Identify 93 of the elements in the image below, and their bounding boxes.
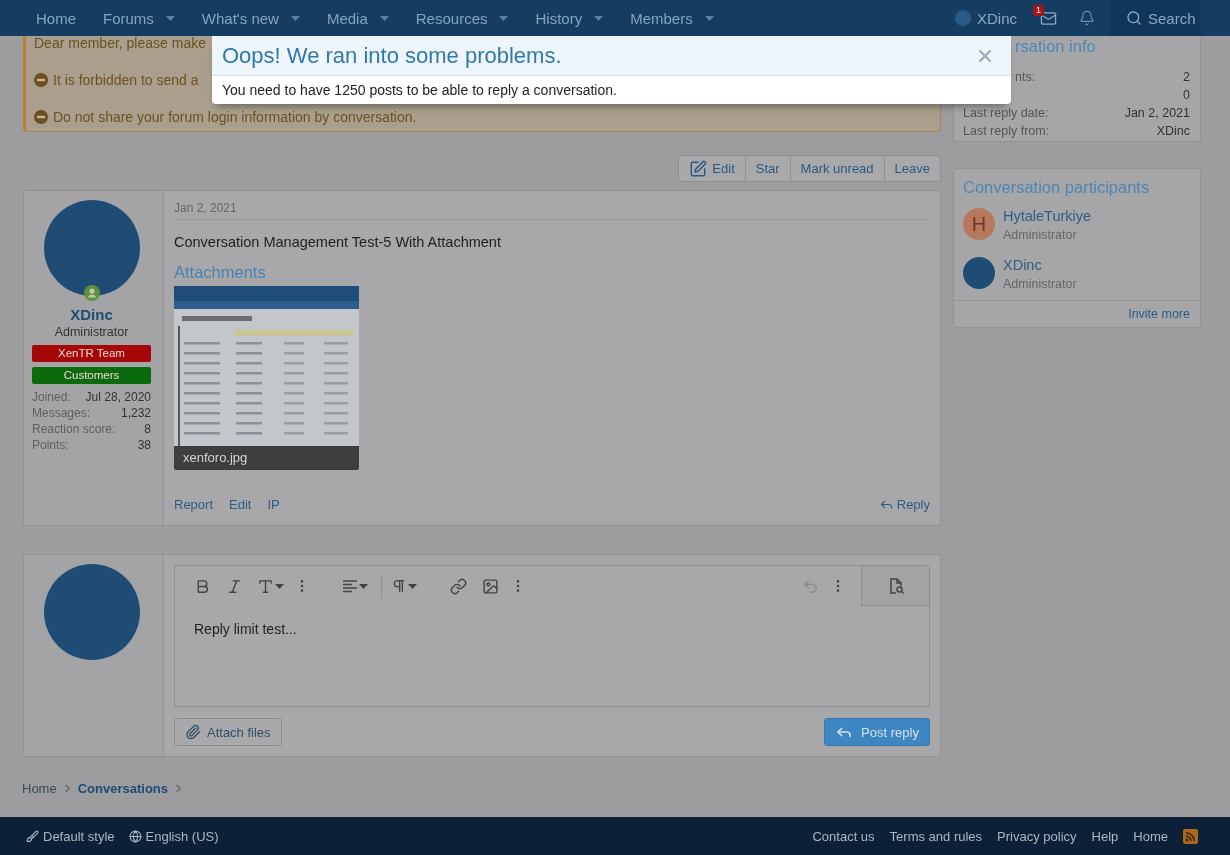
footer-link[interactable]: Home [1133,828,1168,844]
caret-icon [408,583,417,589]
notice-text: Do not share your forum login information by conversation. [53,109,417,125]
post-date: Jan 2, 2021 [174,201,930,220]
post-reply-button[interactable]: Post reply [824,718,930,746]
footer-option-label: Default style [43,828,115,844]
letter-avatar[interactable]: H [963,208,995,240]
post-action-link[interactable]: IP [267,496,280,512]
info-label: nts: [1015,69,1036,86]
dialog-title: Oops! We ran into some problems. [222,42,562,69]
reply-label: Reply [896,496,930,512]
conversation-action-button[interactable]: Mark unread [789,156,884,181]
pilcrow-icon [391,578,407,594]
nav-tab[interactable]: Members [615,0,726,36]
link-icon [449,577,467,595]
nav-tab[interactable]: History [520,0,616,36]
breadcrumb-link[interactable]: Conversations [77,780,168,796]
participant-name[interactable]: XDinc [1003,257,1042,274]
participant-name[interactable]: HytaleTurkiye [1003,208,1092,225]
stat-label: Messages: [32,405,91,421]
editor-text: Reply limit test... [193,620,298,639]
paperclip-icon [185,724,201,740]
nav-tab[interactable]: Home [21,0,88,36]
conversation-action-button[interactable]: Edit [679,156,745,181]
conversation-action-button[interactable]: Leave [883,156,940,181]
notice-text: It is forbidden to send a [53,72,199,88]
rss-icon[interactable] [1183,828,1198,844]
attachments-heading: Attachments [174,262,267,282]
info-label: Last reply date: [963,105,1049,122]
stat-value: 38 [137,437,151,453]
stat-value: 1,232 [120,405,151,421]
bell-icon [1079,10,1095,26]
preview-button[interactable] [861,566,929,606]
footer-option-label: English (US) [145,828,219,844]
info-value: 2 [1183,69,1190,86]
participant-role: Administrator [1003,277,1077,292]
post-action-link[interactable]: Report [174,496,214,512]
footer-link[interactable]: Contact us [812,828,875,844]
breadcrumb-link[interactable]: Home [22,780,57,796]
dialog-message: You need to have 1250 posts to be able to reply a conversation. [221,81,618,100]
footer-link[interactable]: Terms and rules [889,828,983,844]
info-label: Last reply from: [963,123,1050,140]
info-value: 0 [1183,87,1190,104]
panel-title: Conversation participants [963,177,1150,197]
message-text: Conversation Management Test-5 With Attachment [174,233,502,251]
footer-option[interactable]: English (US) [128,828,219,844]
no-entry-icon [34,110,48,124]
user-banner: Customers [32,367,151,384]
stat-label: Joined: [32,389,71,405]
participant-role: Administrator [1003,228,1077,243]
undo-icon [801,577,819,595]
user-avatar[interactable] [963,257,995,289]
notice-text: Dear member, please make [34,35,206,51]
brush-icon [26,829,39,843]
text-size-icon [256,577,274,595]
stat-value: Jul 28, 2020 [85,389,151,405]
nav-tab[interactable]: What's new [186,0,312,36]
nav-tab[interactable]: Forums [88,0,187,36]
panel-title: rsation info [1015,36,1096,56]
post-action-link[interactable]: Edit [229,496,252,512]
search-button[interactable]: Search [1110,0,1200,36]
info-value: Jan 2, 2021 [1124,105,1190,122]
account-link[interactable]: XDinc [947,0,1025,36]
footer-link[interactable]: Help [1091,828,1119,844]
attach-files-button[interactable]: Attach files [174,718,282,746]
unread-count-badge: 1 [1033,5,1044,16]
author-name[interactable]: XDinc [70,306,113,323]
conversation-action-button[interactable]: Star [744,156,790,181]
image-icon [481,577,499,595]
caret-icon [359,583,368,589]
align-left-icon [342,579,358,593]
username: XDinc [977,9,1017,27]
user-avatar [955,10,971,26]
caret-icon [274,583,284,589]
invite-more-link[interactable]: Invite more [1128,307,1190,321]
search-icon [1126,10,1142,26]
globe-icon [128,829,142,843]
info-value: XDinc [1156,123,1190,140]
stat-label: Points: [32,437,69,453]
attachment-filename[interactable]: xenforo.jpg [174,446,359,470]
footer-option[interactable]: Default style [26,828,115,844]
nav-tab[interactable]: Media [311,0,401,36]
nav-tab[interactable]: Resources [400,0,521,36]
author-title: Administrator [54,324,129,340]
user-banner: XenTR Team [32,345,151,362]
stat-label: Reaction score: [32,421,116,437]
edit-icon [689,159,708,178]
inbox-button[interactable]: 1 [1025,0,1071,36]
rich-text-editor[interactable]: Reply limit test... [174,565,930,707]
no-entry-icon [34,73,48,87]
stat-value: 8 [144,421,151,437]
reply-link[interactable]: Reply [878,496,930,512]
footer-link[interactable]: Privacy policy [997,828,1077,844]
